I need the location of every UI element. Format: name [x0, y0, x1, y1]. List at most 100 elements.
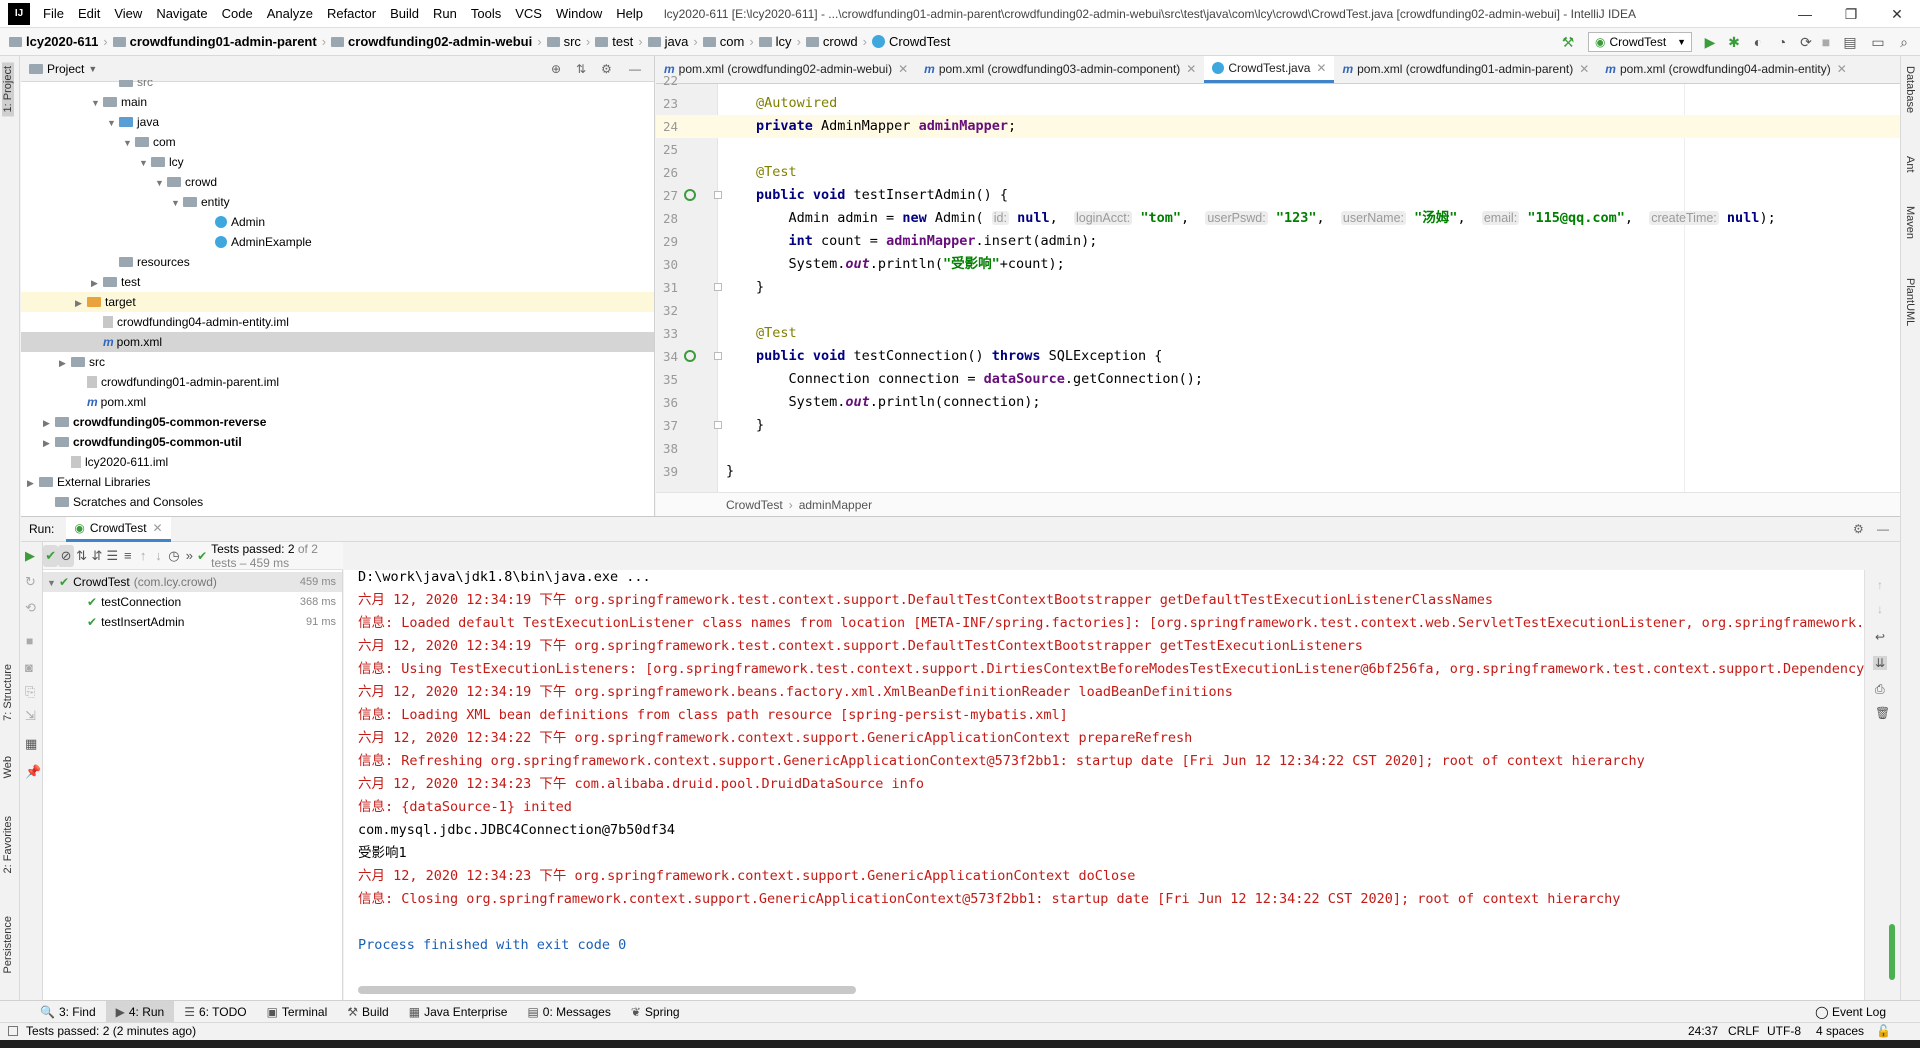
menu-build[interactable]: Build — [383, 0, 426, 28]
search-everywhere-icon[interactable]: ⌕ — [1896, 34, 1912, 50]
hide-panel-icon[interactable]: — — [1877, 522, 1889, 536]
export-icon[interactable]: ⎘ — [25, 684, 35, 700]
rerun-failed-icon[interactable]: ↻ — [25, 574, 36, 590]
tree-item[interactable]: src — [21, 80, 654, 92]
maven-tool-tab[interactable]: Maven — [1904, 206, 1916, 239]
breadcrumb-item[interactable]: crowdfunding02-admin-webui — [328, 34, 535, 49]
tool-window-terminal[interactable]: ▣ Terminal — [257, 1001, 338, 1022]
collapse-arrow-icon[interactable]: ▶ — [27, 473, 39, 493]
editor-scrollbar[interactable] — [1892, 84, 1900, 434]
code-line[interactable]: 24 private AdminMapper adminMapper; — [656, 115, 1900, 138]
breadcrumb-item[interactable]: src — [544, 34, 584, 49]
tree-item[interactable]: ▼ java — [21, 112, 654, 132]
expand-arrow-icon[interactable]: ▼ — [171, 193, 183, 213]
more-icon[interactable]: » — [182, 545, 197, 567]
code-line[interactable]: 22 — [656, 69, 1900, 92]
breadcrumb-item[interactable]: lcy2020-611 — [6, 34, 101, 49]
hide-panel-icon[interactable]: — — [629, 62, 641, 76]
code-line[interactable]: 32 — [656, 299, 1900, 322]
database-tool-tab[interactable]: Database — [1904, 66, 1916, 113]
rerun-icon[interactable]: ▶ — [25, 548, 35, 564]
clear-all-icon[interactable]: 🗑 — [1875, 706, 1890, 720]
collapse-arrow-icon[interactable]: ▶ — [59, 353, 71, 373]
code-line[interactable]: 29 int count = adminMapper.insert(admin)… — [656, 230, 1900, 253]
caret-position[interactable]: 24:37 — [1688, 1023, 1718, 1040]
run-icon[interactable]: ▶ — [1702, 34, 1718, 50]
attach-icon[interactable]: ⟳ — [1798, 34, 1814, 50]
scroll-down-icon[interactable]: ↓ — [1877, 602, 1883, 616]
show-passed-icon[interactable]: ✔ — [43, 544, 59, 567]
tree-item[interactable]: ▼ entity — [21, 192, 654, 212]
menu-vcs[interactable]: VCS — [508, 0, 549, 28]
expand-arrow-icon[interactable]: ▼ — [107, 113, 119, 133]
collapse-arrow-icon[interactable]: ▶ — [75, 293, 87, 313]
tree-item[interactable]: ▼ lcy — [21, 152, 654, 172]
menu-window[interactable]: Window — [549, 0, 609, 28]
breadcrumb-field[interactable]: adminMapper — [799, 498, 872, 512]
tree-item[interactable]: ▶ crowdfunding05-common-reverse — [21, 412, 654, 432]
sort-alphabetically-icon[interactable]: ⇅ — [74, 545, 89, 567]
run-tab-crowdtest[interactable]: ◉ CrowdTest ✕ — [66, 516, 171, 542]
tool-window-find[interactable]: 🔍 3: Find — [30, 1001, 106, 1022]
favorites-tool-tab[interactable]: 2: Favorites — [2, 816, 14, 873]
next-test-icon[interactable]: ↓ — [151, 545, 166, 567]
close-icon[interactable]: ✕ — [153, 521, 163, 535]
expand-arrow-icon[interactable]: ▼ — [155, 173, 167, 193]
print-icon[interactable]: ⎙ — [1875, 682, 1885, 697]
expand-all-icon[interactable]: ☰ — [105, 545, 120, 567]
file-encoding[interactable]: UTF-8 — [1767, 1023, 1801, 1040]
console-horizontal-scrollbar[interactable] — [358, 986, 856, 994]
event-log-button[interactable]: ◯ Event Log — [1815, 1002, 1886, 1022]
layout-icon[interactable]: ▭ — [1870, 34, 1886, 50]
tree-item[interactable]: ▶ target — [21, 292, 654, 312]
show-ignored-icon[interactable]: ⊘ — [58, 544, 74, 567]
stop-icon[interactable]: ■ — [26, 634, 33, 648]
tool-window-messages[interactable]: ▤ 0: Messages — [517, 1001, 620, 1022]
build-hammer-icon[interactable]: ⚒ — [1560, 34, 1576, 50]
line-separator[interactable]: CRLF — [1728, 1023, 1759, 1040]
code-line[interactable]: 34 public void testConnection() throws SQ… — [656, 345, 1900, 368]
breadcrumb-class[interactable]: CrowdTest — [726, 498, 783, 512]
tree-item[interactable]: m pom.xml — [21, 392, 654, 412]
code-line[interactable]: 28 Admin admin = new Admin( id: null, lo… — [656, 207, 1900, 230]
tree-item[interactable]: ▶ crowdfunding05-common-util — [21, 432, 654, 452]
ant-tool-tab[interactable]: Ant — [1904, 156, 1916, 173]
test-item[interactable]: ✔ testInsertAdmin 91 ms — [43, 612, 342, 632]
code-line[interactable]: 30 System.out.println("受影响"+count); — [656, 253, 1900, 276]
tool-window-spring[interactable]: ❦ Spring — [621, 1001, 690, 1022]
structure-tool-tab[interactable]: 7: Structure — [2, 664, 14, 721]
expand-arrow-icon[interactable]: ▼ — [139, 153, 151, 173]
history-icon[interactable]: ◷ — [166, 545, 181, 567]
minimize-button[interactable]: — — [1782, 0, 1828, 28]
code-line[interactable]: 37} — [656, 414, 1900, 437]
collapse-arrow-icon[interactable]: ▶ — [91, 273, 103, 293]
maximize-button[interactable]: ❐ — [1828, 0, 1874, 28]
menu-tools[interactable]: Tools — [464, 0, 508, 28]
sort-by-duration-icon[interactable]: ⇵ — [89, 545, 104, 567]
stop-icon[interactable]: ■ — [1818, 34, 1834, 50]
persistence-tool-tab[interactable]: Persistence — [2, 916, 14, 973]
status-message[interactable]: Tests passed: 2 (2 minutes ago) — [26, 1023, 196, 1040]
pin-icon[interactable]: 📌 — [25, 764, 41, 780]
expand-arrow-icon[interactable]: ▼ — [91, 93, 103, 113]
tree-item[interactable]: Admin — [21, 212, 654, 232]
soft-wrap-icon[interactable]: ↩ — [1875, 630, 1885, 644]
web-tool-tab[interactable]: Web — [2, 756, 14, 778]
breadcrumb-item[interactable]: CrowdTest — [869, 34, 953, 49]
toggle-autotest-icon[interactable]: ⟲ — [25, 600, 36, 616]
tool-window-todo[interactable]: ☰ 6: TODO — [174, 1001, 256, 1022]
project-view-select[interactable]: Project — [47, 62, 84, 76]
menu-analyze[interactable]: Analyze — [260, 0, 320, 28]
tree-item[interactable]: ▶ External Libraries — [21, 472, 654, 492]
expand-arrow-icon[interactable]: ▼ — [123, 133, 135, 153]
menu-navigate[interactable]: Navigate — [149, 0, 214, 28]
test-item[interactable]: ✔ testConnection 368 ms — [43, 592, 342, 612]
close-window-button[interactable]: ✕ — [1874, 0, 1920, 28]
code-line[interactable]: 26 @Test — [656, 161, 1900, 184]
menu-help[interactable]: Help — [609, 0, 650, 28]
project-structure-icon[interactable]: ▤ — [1842, 34, 1858, 50]
project-tool-tab[interactable]: 1: Project — [2, 62, 14, 117]
lock-icon[interactable]: 🔓 — [1876, 1023, 1891, 1040]
menu-edit[interactable]: Edit — [71, 0, 107, 28]
collapse-all-icon[interactable]: ⇅ — [576, 62, 586, 76]
